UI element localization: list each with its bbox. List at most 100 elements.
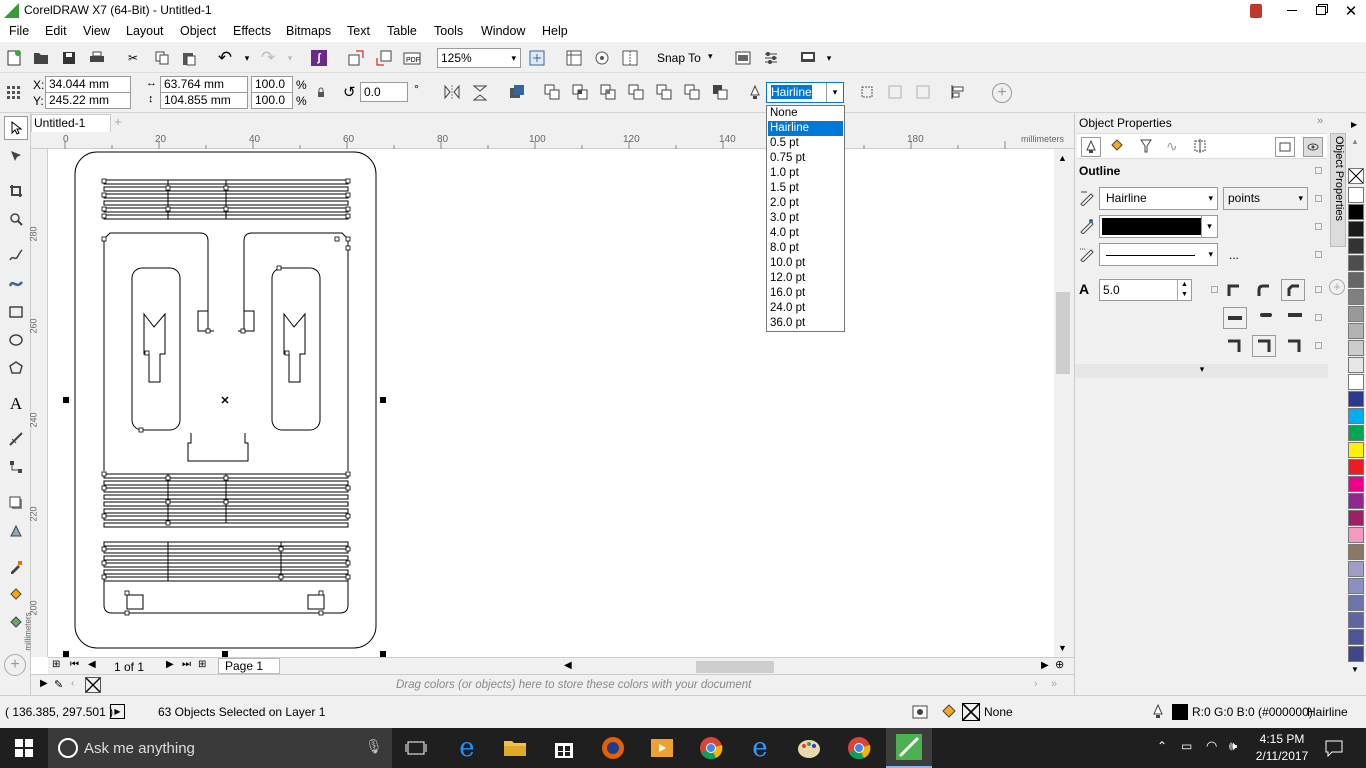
firefox-icon[interactable] — [599, 734, 627, 762]
redo-dropdown-icon[interactable]: ▾ — [279, 47, 301, 69]
next-page-icon[interactable]: ▶ — [166, 659, 174, 670]
palette-color-swatch[interactable] — [1348, 221, 1364, 237]
tray-scroll-right-icon[interactable]: › — [1034, 678, 1038, 690]
copy-icon[interactable] — [151, 47, 173, 69]
palette-color-swatch[interactable] — [1348, 272, 1364, 288]
show-hidden-icons-icon[interactable]: ⌃ — [1157, 739, 1167, 753]
menu-file[interactable]: File — [9, 24, 29, 38]
microphone-icon[interactable]: 🎙 — [365, 738, 383, 755]
palette-color-swatch[interactable] — [1348, 408, 1364, 424]
height-input[interactable]: 104.855 mm — [160, 92, 248, 109]
fill-tab-icon[interactable] — [1110, 138, 1126, 154]
transparency-tool-icon[interactable] — [4, 519, 28, 543]
snap-to-button[interactable]: Snap To — [657, 51, 701, 65]
pick-tool-icon[interactable] — [4, 116, 28, 140]
tray-back-icon[interactable]: ‹ — [71, 678, 74, 689]
color-checkbox[interactable] — [1315, 223, 1322, 230]
add-docker-icon[interactable]: + — [1329, 279, 1345, 295]
palette-color-swatch[interactable] — [1348, 306, 1364, 322]
position-checkbox[interactable] — [1315, 342, 1322, 349]
show-all-icon[interactable] — [1275, 137, 1295, 157]
application-launcher-icon[interactable] — [797, 47, 819, 69]
status-expand-icon[interactable]: ▶ — [110, 704, 125, 719]
weld-icon[interactable] — [544, 84, 560, 100]
lock-ratio-icon[interactable] — [317, 87, 325, 98]
cortana-search-box[interactable]: Ask me anything 🎙 — [48, 728, 392, 768]
menu-bitmaps[interactable]: Bitmaps — [286, 24, 331, 38]
menu-object[interactable]: Object — [180, 24, 216, 38]
palette-scroll-icon[interactable]: ▲ — [1351, 137, 1359, 146]
palette-color-swatch[interactable] — [1348, 255, 1364, 271]
zoom-tool-icon[interactable] — [4, 207, 28, 231]
outline-width-option[interactable]: 4.0 pt — [768, 226, 843, 241]
palette-scroll-up-icon[interactable]: ▶ — [1351, 120, 1357, 129]
clock-time[interactable]: 4:15 PM — [1257, 732, 1307, 746]
mirror-horizontal-icon[interactable] — [443, 84, 461, 100]
save-icon[interactable] — [58, 47, 80, 69]
miter-limit-input[interactable]: 5.0 ▲ ▼ — [1099, 279, 1192, 301]
first-page-icon[interactable]: ⏮ — [70, 659, 79, 670]
publish-pdf-icon[interactable]: PDF — [401, 47, 423, 69]
menu-layout[interactable]: Layout — [126, 24, 164, 38]
outline-width-option[interactable]: None — [768, 106, 843, 121]
previous-page-icon[interactable]: ◀ — [88, 659, 96, 670]
rectangle-tool-icon[interactable] — [4, 300, 28, 324]
trim-icon[interactable] — [572, 84, 588, 100]
docker-expand-icon[interactable]: ▾ — [1075, 364, 1329, 378]
miter-spinner[interactable]: ▲ ▼ — [1177, 280, 1191, 300]
scroll-down-icon[interactable]: ▼ — [1058, 643, 1067, 653]
palette-color-swatch[interactable] — [1348, 238, 1364, 254]
scale-y-input[interactable]: 100.0 — [251, 92, 293, 109]
miter-checkbox[interactable] — [1211, 286, 1218, 293]
outline-width-option[interactable]: 16.0 pt — [768, 286, 843, 301]
document-tab[interactable]: Untitled-1 — [31, 114, 111, 132]
palette-color-swatch[interactable] — [1348, 442, 1364, 458]
vertical-scroll-thumb[interactable] — [1056, 292, 1070, 374]
last-page-icon[interactable]: ⏭ — [182, 659, 191, 670]
palette-color-swatch[interactable] — [1348, 561, 1364, 577]
align-distribute-icon[interactable] — [950, 84, 966, 100]
battery-icon[interactable]: ▭ — [1181, 739, 1192, 753]
outline-width-option[interactable]: 24.0 pt — [768, 301, 843, 316]
color-proofing-icon[interactable] — [912, 704, 928, 720]
palette-color-swatch[interactable] — [1348, 629, 1364, 645]
search-content-icon[interactable]: ʃ — [308, 47, 330, 69]
show-rulers-icon[interactable] — [563, 47, 585, 69]
connector-tool-icon[interactable] — [4, 455, 28, 479]
palette-color-swatch[interactable] — [1348, 323, 1364, 339]
tray-more-icon[interactable]: » — [1051, 678, 1057, 690]
width-input[interactable]: 63.764 mm — [160, 76, 248, 93]
scroll-right-icon[interactable]: ▶ — [1041, 660, 1049, 671]
edge-browser-icon[interactable]: e — [453, 733, 481, 763]
action-center-icon[interactable] — [1325, 739, 1343, 757]
mirror-vertical-icon[interactable] — [472, 84, 488, 102]
media-player-icon[interactable] — [648, 734, 676, 762]
windows-start-icon[interactable] — [10, 734, 38, 762]
palette-color-swatch[interactable] — [1348, 493, 1364, 509]
docker-pin-icon[interactable]: » — [1317, 115, 1323, 127]
welcome-screen-icon[interactable] — [732, 47, 754, 69]
miter-corner-icon[interactable] — [1226, 283, 1240, 297]
round-cap-icon[interactable] — [1257, 311, 1273, 319]
style-checkbox[interactable] — [1315, 251, 1322, 258]
menu-edit[interactable]: Edit — [45, 24, 67, 38]
tray-eyedropper-icon[interactable]: ✎ — [54, 678, 63, 691]
parallel-dimension-tool-icon[interactable] — [4, 427, 28, 451]
new-tab-icon[interactable]: + — [111, 114, 125, 132]
no-color-swatch[interactable] — [85, 677, 101, 693]
palette-color-swatch[interactable] — [1348, 289, 1364, 305]
add-tool-icon[interactable]: + — [4, 654, 26, 676]
full-screen-preview-icon[interactable] — [526, 47, 548, 69]
curve-tab-icon[interactable]: ∿ — [1166, 138, 1178, 155]
polygon-tool-icon[interactable] — [4, 356, 28, 380]
outline-width-option[interactable]: 12.0 pt — [768, 271, 843, 286]
add-page-before-icon[interactable]: ⊞ — [52, 659, 60, 670]
view-toggle-icon[interactable] — [1303, 137, 1323, 157]
import-icon[interactable] — [345, 47, 367, 69]
palette-color-swatch[interactable] — [1348, 510, 1364, 526]
undo-dropdown-icon[interactable]: ▾ — [236, 47, 258, 69]
minimize-button[interactable] — [1277, 0, 1307, 21]
palette-color-swatch[interactable] — [1348, 391, 1364, 407]
add-page-after-icon[interactable]: ⊞ — [198, 659, 206, 670]
menu-help[interactable]: Help — [542, 24, 568, 38]
